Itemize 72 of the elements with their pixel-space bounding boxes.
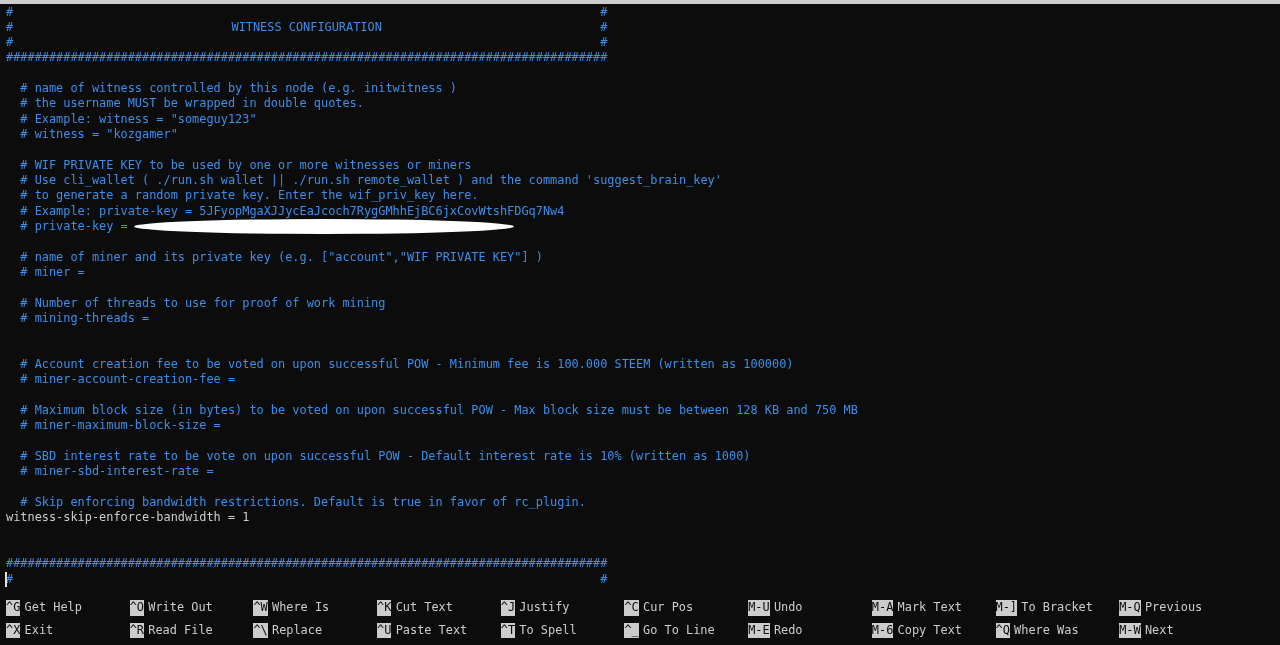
shortcut-label: Previous	[1144, 600, 1203, 616]
hash-mark: #	[6, 571, 14, 587]
shortcut-label: Redo	[773, 622, 803, 638]
comment-line: # miner-sbd-interest-rate =	[20, 464, 214, 480]
shortcut-key: ^W	[253, 600, 268, 616]
setting-line: witness-skip-enforce-bandwidth = 1	[6, 510, 250, 526]
shortcut-label: To Spell	[519, 622, 577, 638]
shortcut-key: ^J	[500, 600, 516, 616]
shortcut-label: Paste Text	[395, 622, 468, 638]
comment-line: # miner-account-creation-fee =	[20, 372, 236, 388]
comment-line: # Account creation fee to be voted on upon successful POW - Minimum fee is 100.000 STEEM (written as 100000)	[20, 357, 794, 373]
comment-line: # WIF PRIVATE KEY to be used by one or more witnesses or miners	[20, 157, 472, 174]
shortcut-label: Write Out	[148, 600, 213, 616]
comment-line: # Example: witness = "someguy123"	[20, 111, 257, 128]
hash-mark: #	[6, 35, 14, 51]
shortcut-key: M-]	[995, 600, 1017, 616]
shortcut-label: To Bracket	[1021, 600, 1093, 616]
comment-line: # name of witness controlled by this node (e.g. initwitness )	[20, 81, 457, 97]
shortcut-key: M-W	[1119, 622, 1141, 638]
shortcut-label: Read File	[148, 622, 213, 638]
config-heading: WITNESS CONFIGURATION	[231, 19, 382, 36]
shortcut-key: ^R	[129, 622, 144, 638]
comment-line: # the username MUST be wrapped in double quotes.	[20, 96, 364, 112]
comment-line: # Example: private-key = 5JFyopMgaXJJycEaJcoch7RygGMhhEjBC6jxCovWtshFDGq7Nw4	[20, 203, 565, 220]
hash-mark: #	[6, 19, 14, 36]
comment-line: # Skip enforcing bandwidth restrictions. Default is true in favor of rc_plugin.	[20, 495, 586, 511]
shortcut-key: ^K	[377, 600, 392, 616]
shortcut-label: Cut Text	[395, 600, 453, 616]
comment-line: # SBD interest rate to be vote on upon successful POW - Default interest rate is 10% (written as 1000)	[20, 449, 751, 465]
shortcut-label: Go To Line	[643, 622, 715, 638]
shortcut-key: ^U	[377, 622, 392, 638]
comment-line: # witness = "kozgamer"	[20, 127, 178, 143]
shortcut-key: ^G	[6, 600, 21, 616]
comment-line: # Number of threads to use for proof of work mining	[20, 295, 386, 312]
shortcut-label: Undo	[773, 600, 803, 616]
comment-line: # to generate a random private key. Enter the wif_priv_key here.	[20, 188, 479, 204]
shortcut-key: M-E	[748, 622, 770, 638]
shortcut-label: Where Was	[1014, 622, 1079, 638]
shortcut-key: M-U	[748, 600, 770, 616]
shortcut-key: ^C	[624, 600, 639, 616]
hash-mark: #	[600, 35, 608, 51]
shortcut-label: Next	[1144, 622, 1174, 638]
hash-mark: #	[600, 571, 608, 587]
shortcut-label: Get Help	[24, 600, 82, 616]
shortcut-key: ^\	[253, 622, 268, 638]
shortcut-key: M-Q	[1119, 600, 1141, 616]
shortcut-label: Mark Text	[897, 600, 962, 616]
shortcut-key: M-6	[871, 622, 894, 638]
shortcut-key: ^T	[500, 622, 516, 638]
comment-line: # miner =	[20, 265, 85, 281]
comment-line: # mining-threads =	[20, 311, 150, 327]
comment-line: # miner-maximum-block-size =	[20, 418, 221, 434]
hash-mark: #	[600, 19, 608, 36]
hash-rule: ####################################################################################	[6, 556, 608, 572]
shortcut-key: M-A	[871, 600, 894, 616]
comment-line: # Use cli_wallet ( ./run.sh wallet || ./run.sh remote_wallet ) and the command 'suggest_brain_key'	[20, 173, 722, 189]
hash-rule: ####################################################################################	[6, 50, 608, 66]
comment-line: # private-key =	[20, 219, 128, 235]
comment-line: # Maximum block size (in bytes) to be voted on upon successful POW - Max block size must be between 128 KB and 750 MB	[20, 403, 858, 419]
shortcut-label: Cur Pos	[643, 600, 694, 616]
shortcut-label: Replace	[272, 622, 323, 638]
shortcut-key: ^Q	[995, 622, 1010, 638]
shortcut-key: ^O	[129, 600, 144, 616]
hash-mark: #	[600, 4, 608, 20]
shortcut-label: Justify	[519, 600, 570, 616]
shortcut-key: ^X	[6, 622, 21, 638]
hash-mark: #	[6, 4, 14, 20]
shortcut-label: Where Is	[272, 600, 330, 616]
shortcut-key: ^_	[624, 622, 639, 638]
comment-line: # name of miner and its private key (e.g. ["account","WIF PRIVATE KEY"] )	[20, 249, 543, 266]
shortcut-label: Copy Text	[897, 622, 962, 638]
shortcut-label: Exit	[24, 622, 54, 638]
